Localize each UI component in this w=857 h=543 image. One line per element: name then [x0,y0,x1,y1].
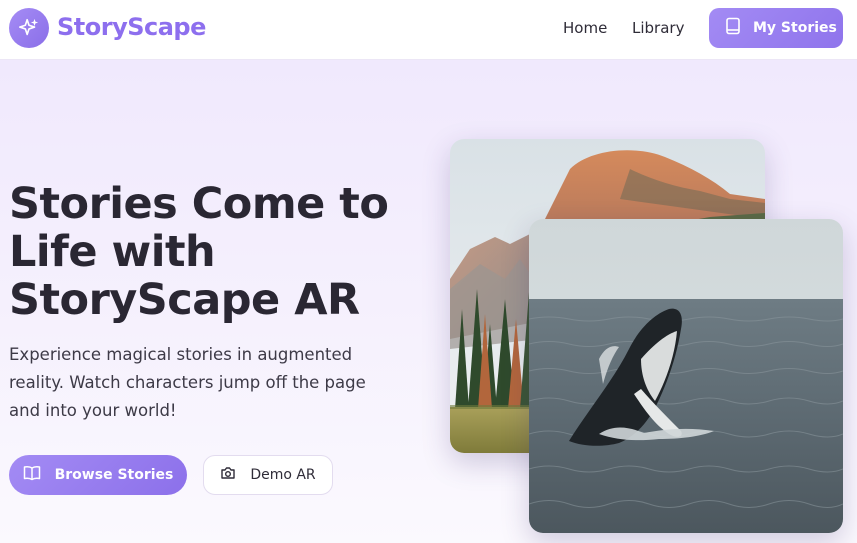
demo-ar-label: Demo AR [250,467,316,483]
my-stories-button[interactable]: My Stories [709,8,843,48]
nav-link-library[interactable]: Library [632,19,684,37]
my-stories-label: My Stories [753,20,837,36]
top-nav: StoryScape Home Library My Stories [0,0,857,60]
browse-stories-button[interactable]: Browse Stories [9,455,187,495]
browse-stories-label: Browse Stories [54,467,174,483]
camera-icon [220,466,236,484]
nav-link-home[interactable]: Home [563,19,607,37]
whale-breaching-image [529,219,843,533]
book-icon [725,17,741,39]
sparkle-logo-icon[interactable] [9,8,49,48]
brand-name[interactable]: StoryScape [57,13,206,41]
open-book-icon [23,465,41,485]
hero-headline: Stories Come to Life with StoryScape AR [9,179,389,325]
hero-subtitle: Experience magical stories in augmented … [9,345,366,420]
demo-ar-button[interactable]: Demo AR [203,455,333,495]
